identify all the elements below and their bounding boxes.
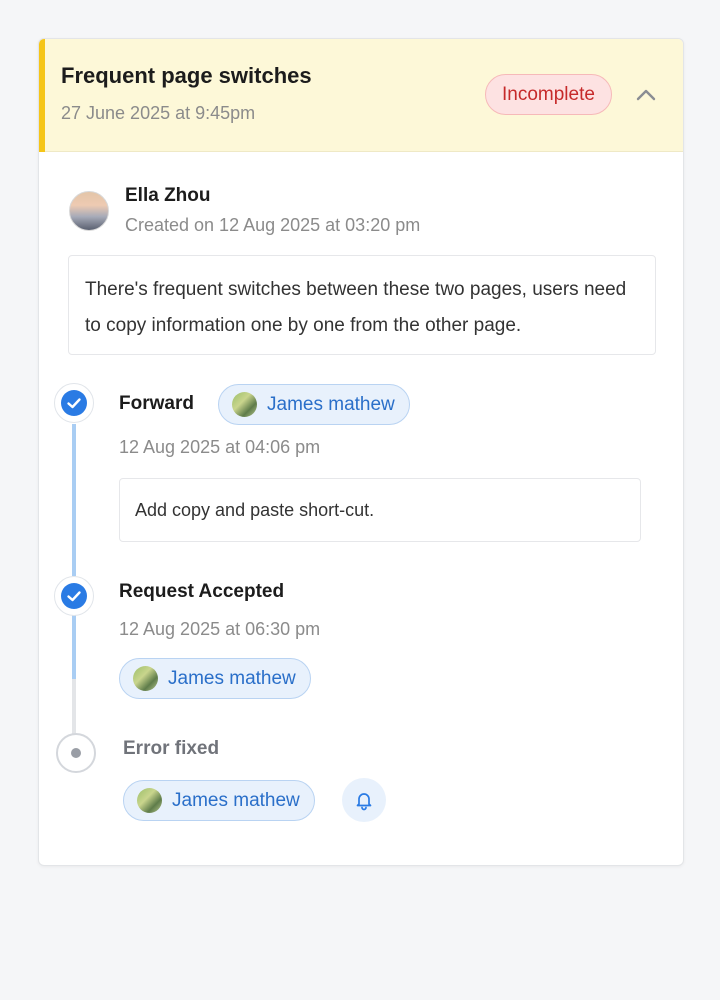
step-pending-icon — [56, 733, 96, 773]
step-title: Error fixed — [123, 738, 220, 759]
step-timestamp: 12 Aug 2025 at 06:30 pm — [119, 619, 321, 639]
step-timestamp: 12 Aug 2025 at 04:06 pm — [119, 437, 321, 457]
assignee-name: James mathew — [267, 393, 395, 415]
bell-icon[interactable] — [342, 778, 386, 822]
assignee-chip[interactable]: James mathew — [123, 780, 315, 821]
created-timestamp: Created on 12 Aug 2025 at 03:20 pm — [125, 215, 421, 235]
status-badge: Incomplete — [485, 74, 612, 115]
assignee-chip[interactable]: James mathew — [218, 384, 410, 425]
timeline-connector — [72, 615, 76, 679]
issue-description: There's frequent switches between these … — [68, 255, 656, 355]
assignee-name: James mathew — [168, 667, 296, 689]
issue-date: 27 June 2025 at 9:45pm — [61, 103, 256, 123]
assignee-name: James mathew — [172, 789, 300, 811]
issue-header: Frequent page switches 27 June 2025 at 9… — [39, 39, 683, 152]
status-accent-bar — [39, 39, 45, 152]
author-avatar — [69, 191, 109, 231]
assignee-avatar — [137, 788, 162, 813]
step-comment: Add copy and paste short-cut. — [119, 478, 641, 542]
chevron-up-icon[interactable] — [631, 81, 661, 109]
step-complete-icon — [54, 576, 94, 616]
issue-title: Frequent page switches — [61, 63, 312, 88]
step-complete-icon — [54, 383, 94, 423]
timeline-connector — [72, 679, 76, 737]
timeline-connector — [72, 424, 76, 576]
step-title: Request Accepted — [119, 581, 285, 602]
assignee-avatar — [133, 666, 158, 691]
issue-card: Frequent page switches 27 June 2025 at 9… — [38, 38, 684, 866]
assignee-chip[interactable]: James mathew — [119, 658, 311, 699]
author-name: Ella Zhou — [125, 185, 211, 206]
step-title: Forward — [119, 393, 194, 414]
assignee-avatar — [232, 392, 257, 417]
